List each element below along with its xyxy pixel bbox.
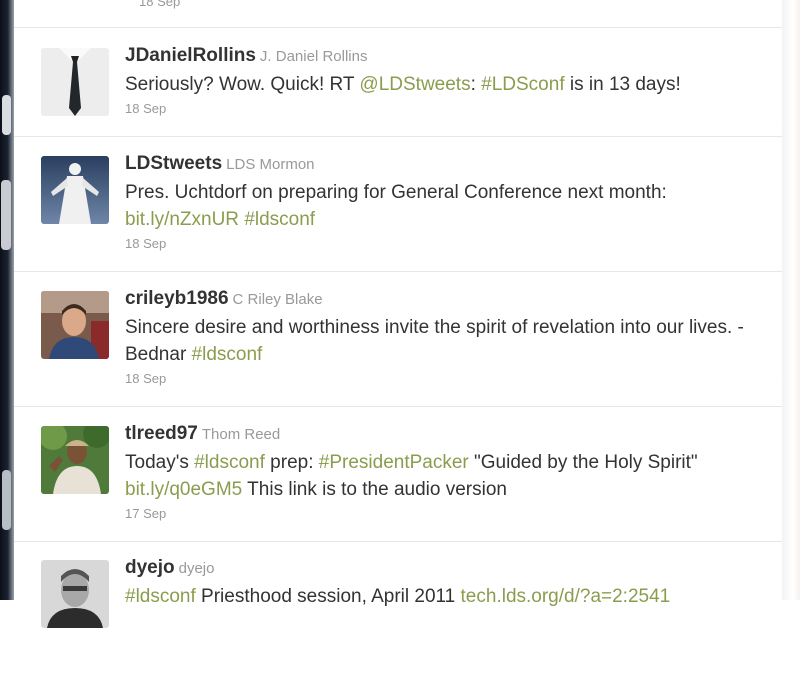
url-link[interactable]: tech.lds.org/d/?a=2:2541 — [461, 586, 671, 607]
tweet-screen-name[interactable]: crileyb1986 — [125, 288, 229, 309]
tweet-row[interactable]: tlreed97 Thom Reed Today's #ldsconf prep:… — [14, 406, 782, 542]
tie-avatar-icon[interactable] — [41, 48, 109, 116]
tweet-text-segment: "Guided by the Holy Spirit" — [468, 452, 698, 473]
tweet-text: #ldsconf Priesthood session, April 2011 … — [125, 583, 762, 610]
hashtag-link[interactable]: #ldsconf — [244, 209, 315, 230]
tweet-text-segment: Priesthood session, April 2011 — [195, 586, 461, 607]
url-link[interactable]: bit.ly/nZxnUR — [125, 209, 239, 230]
tweet-timeline: 18 Sep JDanielRollins J. Daniel Rollins S… — [14, 0, 782, 628]
tweet-full-name[interactable]: dyejo — [179, 560, 215, 577]
hashtag-link[interactable]: #LDSconf — [481, 74, 564, 95]
tweet-text-segment: is in 13 days! — [564, 74, 681, 95]
tweet-text: Today's #ldsconf prep: #PresidentPacker … — [125, 449, 762, 503]
portrait-avatar-icon[interactable] — [41, 560, 109, 628]
tweet-text-segment: Today's — [125, 452, 195, 473]
url-link[interactable]: bit.ly/q0eGM5 — [125, 479, 242, 500]
hashtag-link[interactable]: #PresidentPacker — [319, 452, 469, 473]
tweet-row[interactable]: JDanielRollins J. Daniel Rollins Seriousl… — [14, 27, 782, 137]
tweet-row-previous[interactable]: 18 Sep — [14, 0, 782, 28]
person-avatar-icon[interactable] — [41, 291, 109, 359]
background-right-edge — [781, 0, 800, 600]
tweet-text-segment: Seriously? Wow. Quick! RT — [125, 74, 360, 95]
tweet-row[interactable]: crileyb1986 C Riley Blake Sincere desire … — [14, 271, 782, 407]
tweet-row[interactable]: dyejo dyejo #ldsconf Priesthood session, … — [14, 541, 782, 676]
tweet-date[interactable]: 18 Sep — [125, 236, 762, 251]
tweet-full-name[interactable]: LDS Mormon — [226, 156, 314, 173]
tweet-screen-name[interactable]: LDStweets — [125, 153, 222, 174]
tweet-text-segment: : — [470, 74, 482, 95]
tweet-full-name[interactable]: Thom Reed — [202, 426, 280, 443]
tweet-text-segment: This link is to the audio version — [242, 479, 507, 500]
hashtag-link[interactable]: #ldsconf — [192, 344, 263, 365]
tweet-screen-name[interactable]: JDanielRollins — [125, 45, 256, 66]
statue-avatar-icon[interactable] — [41, 156, 109, 224]
tweet-row[interactable]: LDStweets LDS Mormon Pres. Uchtdorf on pr… — [14, 136, 782, 272]
outdoor-avatar-icon[interactable] — [41, 426, 109, 494]
background-blob — [1, 180, 11, 250]
tweet-text-segment: prep: — [264, 452, 319, 473]
background-blob — [2, 470, 11, 530]
background-blob — [2, 95, 11, 135]
tweet-full-name[interactable]: J. Daniel Rollins — [260, 48, 368, 65]
hashtag-link[interactable]: #ldsconf — [125, 586, 196, 607]
tweet-text: Sincere desire and worthiness invite the… — [125, 314, 762, 368]
tweet-screen-name[interactable]: tlreed97 — [125, 423, 198, 444]
tweet-text: Pres. Uchtdorf on preparing for General … — [125, 179, 762, 233]
hashtag-link[interactable]: #ldsconf — [194, 452, 265, 473]
tweet-full-name[interactable]: C Riley Blake — [233, 291, 323, 308]
tweet-screen-name[interactable]: dyejo — [125, 557, 175, 578]
mention-link[interactable]: @LDStweets — [359, 74, 470, 95]
tweet-date[interactable]: 18 Sep — [125, 101, 762, 116]
tweet-date[interactable]: 17 Sep — [125, 506, 762, 521]
tweet-date[interactable]: 18 Sep — [139, 0, 180, 9]
tweet-text: Seriously? Wow. Quick! RT @LDStweets: #L… — [125, 71, 762, 98]
tweet-text-segment: Pres. Uchtdorf on preparing for General … — [125, 182, 667, 203]
tweet-date[interactable]: 18 Sep — [125, 371, 762, 386]
background-left-edge — [0, 0, 14, 600]
